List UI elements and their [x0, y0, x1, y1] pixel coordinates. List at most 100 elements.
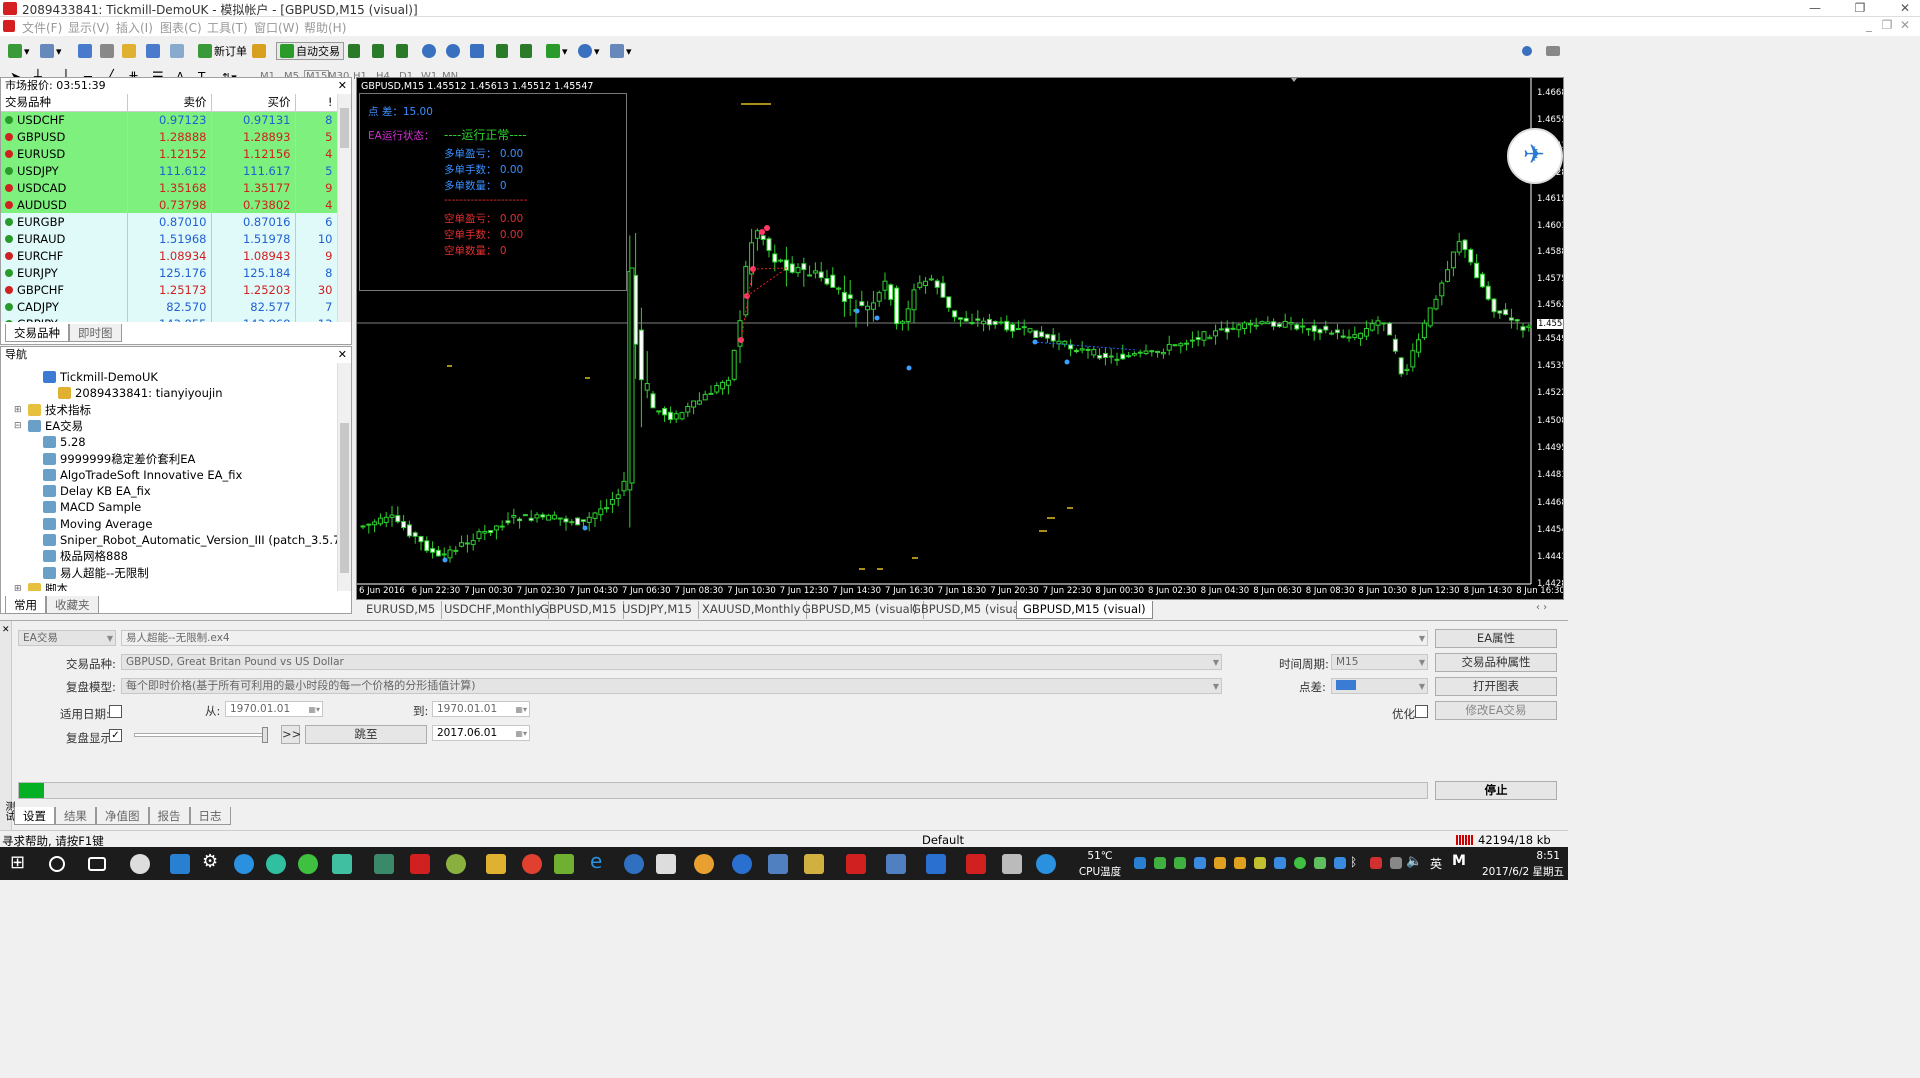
- windows-start-icon[interactable]: ⊞: [10, 852, 25, 873]
- visual-mode-checkbox[interactable]: ✓: [109, 729, 122, 742]
- tester-model-select[interactable]: 每个即时价格(基于所有可利用的最小时段的每一个价格的分形插值计算) ▼: [121, 678, 1222, 694]
- menu-file[interactable]: 文件(F): [22, 19, 62, 36]
- calendar-icon[interactable]: ▦▾: [515, 703, 527, 716]
- app-red-cube2-icon[interactable]: [966, 854, 986, 874]
- market-watch-row[interactable]: GBPUSD 1.28888 1.28893 5: [1, 128, 337, 145]
- periods-button[interactable]: ▾: [578, 42, 600, 60]
- navigator-item[interactable]: ⊟ EA交易: [14, 418, 83, 434]
- tray-blue-icon[interactable]: [1274, 857, 1286, 869]
- task-view-icon[interactable]: [88, 857, 106, 871]
- market-watch-scrollbar[interactable]: [337, 94, 351, 322]
- app-shield-icon[interactable]: [926, 854, 946, 874]
- navigator-scrollbar[interactable]: [337, 363, 351, 591]
- tile-windows-button[interactable]: [470, 42, 484, 60]
- speed-slider-track[interactable]: [134, 733, 267, 737]
- app-green-chart-icon[interactable]: [554, 854, 574, 874]
- navigator-item[interactable]: Delay KB EA_fix: [43, 483, 151, 499]
- col-symbol[interactable]: 交易品种: [1, 94, 128, 112]
- chart-shift-button[interactable]: [496, 42, 508, 60]
- market-watch-row[interactable]: GBPJPY 143.855143.86813: [1, 315, 337, 322]
- app-web-icon[interactable]: [732, 854, 752, 874]
- strategy-tester-button[interactable]: [170, 42, 184, 60]
- tab-settings[interactable]: 设置: [14, 807, 55, 825]
- menu-window[interactable]: 窗口(W): [254, 19, 299, 36]
- file-explorer-icon[interactable]: [486, 854, 506, 874]
- chat-button[interactable]: [1546, 42, 1560, 60]
- tab-favorites[interactable]: 收藏夹: [46, 596, 99, 614]
- templates-button[interactable]: ▾: [610, 42, 632, 60]
- navigator-item[interactable]: 2089433841: tianyiyoujin: [58, 385, 223, 401]
- minimize-button[interactable]: —: [1800, 0, 1830, 17]
- teamviewer-icon[interactable]: [1036, 854, 1056, 874]
- menu-help[interactable]: 帮助(H): [304, 19, 346, 36]
- modify-ea-button[interactable]: 修改EA交易: [1435, 701, 1557, 720]
- restore-button[interactable]: ❐: [1845, 0, 1875, 17]
- menu-view[interactable]: 显示(V): [68, 19, 110, 36]
- tray-green-icon[interactable]: [1154, 857, 1166, 869]
- app-monitor-icon[interactable]: [170, 854, 190, 874]
- clock-time[interactable]: 8:51: [1500, 850, 1560, 862]
- store-icon[interactable]: [656, 854, 676, 874]
- tray-red-icon[interactable]: [1370, 857, 1382, 869]
- volume-icon[interactable]: 🔈: [1406, 854, 1422, 869]
- app-gray-icon[interactable]: [1002, 854, 1022, 874]
- metaeditor-button[interactable]: [252, 42, 266, 60]
- new-chart-button[interactable]: ▾: [8, 42, 30, 60]
- scroll-thumb[interactable]: [340, 108, 349, 148]
- navigator-item[interactable]: 9999999稳定差价套利EA: [43, 451, 195, 467]
- open-chart-button[interactable]: 打开图表: [1435, 677, 1557, 696]
- profiles-button[interactable]: ▾: [40, 42, 62, 60]
- app-teal-icon[interactable]: [266, 854, 286, 874]
- indicators-button[interactable]: ▾: [546, 42, 568, 60]
- clock-date[interactable]: 2017/6/2 星期五: [1476, 864, 1564, 879]
- market-watch-row[interactable]: USDJPY 111.612 111.617 5: [1, 162, 337, 179]
- market-watch-row[interactable]: EURJPY 125.176 125.184 8: [1, 264, 337, 281]
- connection-icon[interactable]: [1456, 835, 1474, 845]
- ime-mode-icon[interactable]: M: [1452, 853, 1466, 869]
- market-watch-row[interactable]: EURGBP 0.87010 0.87016 6: [1, 213, 337, 230]
- tray-plus-icon[interactable]: [1294, 857, 1306, 869]
- edge-browser-icon[interactable]: e: [590, 849, 610, 873]
- stop-button[interactable]: 停止: [1435, 781, 1557, 800]
- auto-trading-button[interactable]: 自动交易: [276, 42, 344, 60]
- tester-type-select[interactable]: EA交易 ▼: [18, 630, 116, 646]
- tray-green2-icon[interactable]: [1314, 857, 1326, 869]
- tray-battery-icon[interactable]: [1174, 857, 1186, 869]
- app-puzzle-icon[interactable]: [332, 854, 352, 874]
- from-date-input[interactable]: 1970.01.01 ▦▾: [225, 701, 323, 717]
- data-window-button[interactable]: [100, 42, 114, 60]
- inner-minimize-button[interactable]: _: [1860, 17, 1878, 34]
- zoom-out-button[interactable]: [446, 42, 460, 60]
- app-document-icon[interactable]: [374, 854, 394, 874]
- navigator-item[interactable]: 易人超能--无限制: [43, 565, 149, 581]
- tab-report[interactable]: 报告: [148, 807, 190, 825]
- market-watch-row[interactable]: EURAUD 1.51968 1.51978 10: [1, 230, 337, 247]
- chart-tab[interactable]: GBPUSD,M15 (visual): [1016, 601, 1153, 619]
- tab-tick-chart[interactable]: 即时图: [69, 324, 122, 342]
- menu-insert[interactable]: 插入(I): [116, 19, 153, 36]
- market-watch-row[interactable]: CADJPY 82.570 82.577 7: [1, 298, 337, 315]
- market-watch-row[interactable]: AUDUSD 0.73798 0.73802 4: [1, 196, 337, 213]
- app-pinwheel-icon[interactable]: [130, 854, 150, 874]
- tray-display-icon[interactable]: [1390, 857, 1402, 869]
- expand-icon[interactable]: ⊞: [14, 584, 22, 591]
- expand-icon[interactable]: ⊞: [14, 405, 22, 415]
- tab-journal[interactable]: 日志: [189, 807, 231, 825]
- optimize-checkbox[interactable]: [1415, 705, 1428, 718]
- market-watch-close-icon[interactable]: ✕: [338, 78, 347, 93]
- app-browser-blue-icon[interactable]: [234, 854, 254, 874]
- bar-chart-button[interactable]: [348, 42, 360, 60]
- floating-bird-widget[interactable]: ✈: [1507, 128, 1563, 184]
- navigator-item[interactable]: MACD Sample: [43, 499, 141, 515]
- menu-tools[interactable]: 工具(T): [207, 19, 248, 36]
- search-icon[interactable]: [49, 856, 65, 872]
- use-date-checkbox[interactable]: [109, 705, 122, 718]
- qq-icon[interactable]: [694, 854, 714, 874]
- navigator-item[interactable]: AlgoTradeSoft Innovative EA_fix: [43, 467, 242, 483]
- tray-weather-icon[interactable]: [1254, 857, 1266, 869]
- tab-symbols[interactable]: 交易品种: [5, 324, 69, 342]
- symbol-properties-button[interactable]: 交易品种属性: [1435, 653, 1557, 672]
- navigator-item[interactable]: Moving Average: [43, 516, 152, 532]
- to-date-input[interactable]: 1970.01.01 ▦▾: [432, 701, 530, 717]
- app-monitor2-icon[interactable]: [886, 854, 906, 874]
